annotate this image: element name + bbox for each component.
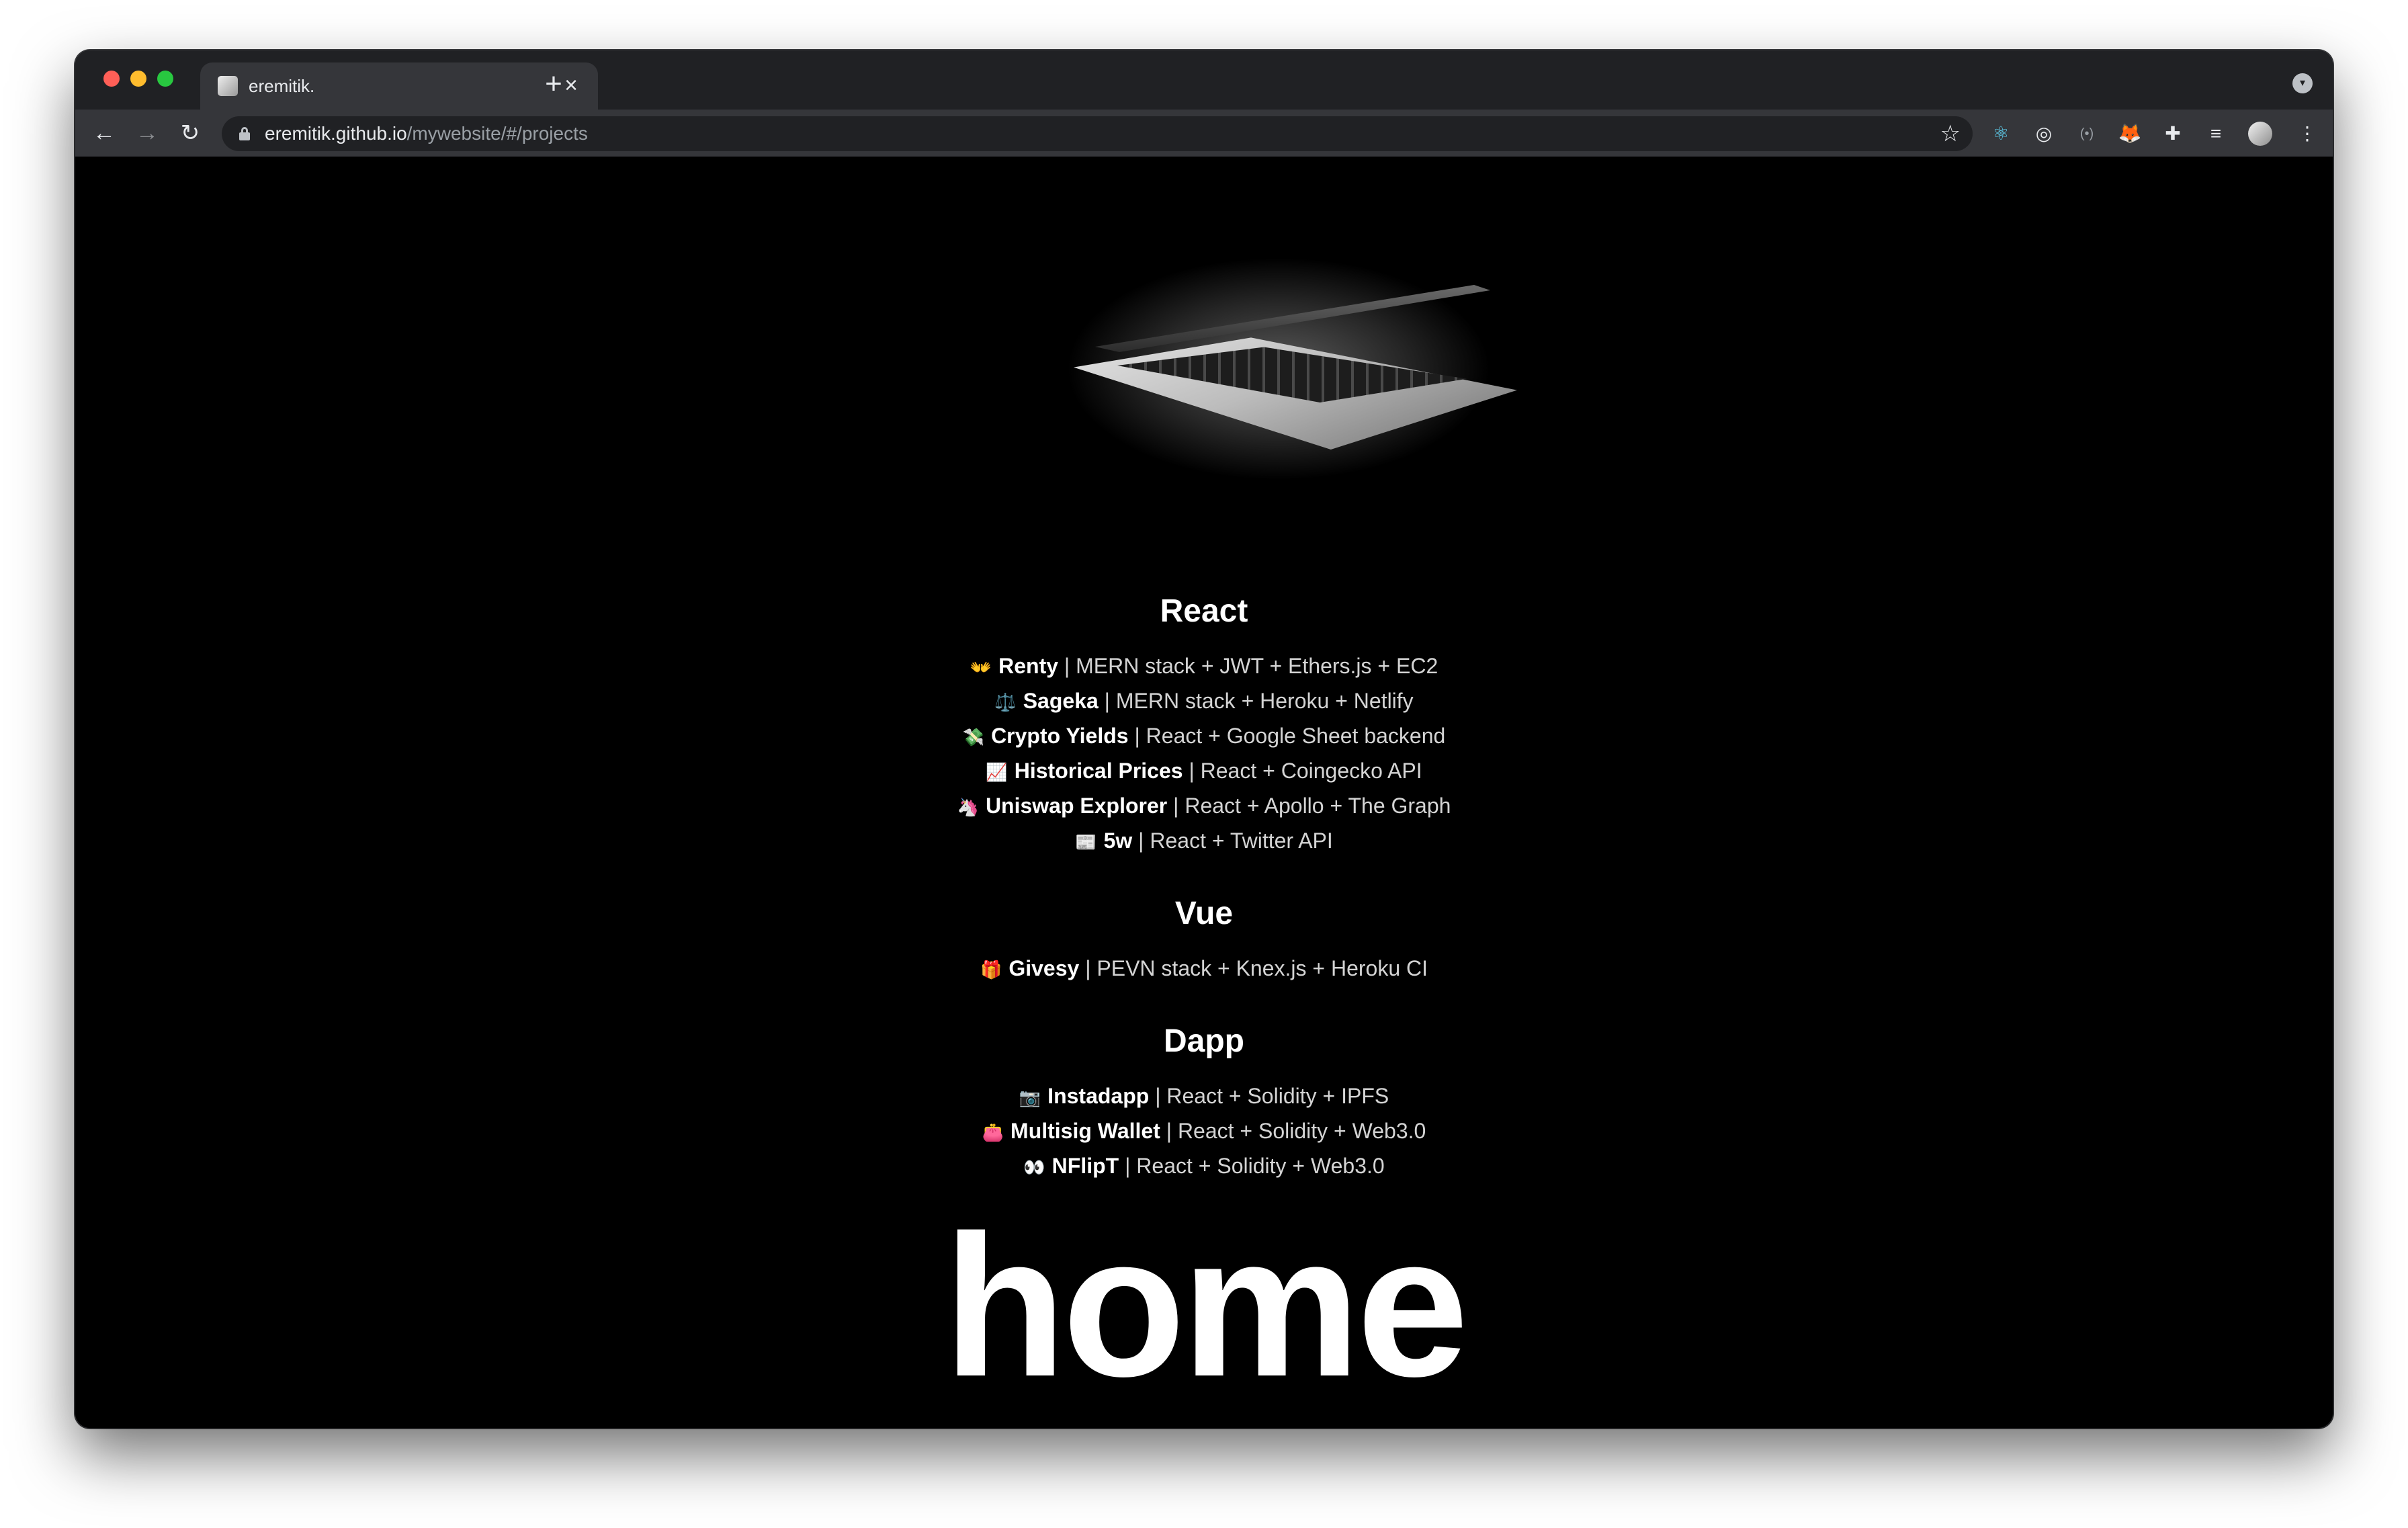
- money-wings-icon: 💸: [962, 727, 985, 747]
- project-name: Multisig Wallet: [1010, 1119, 1160, 1143]
- page-content: React 👐 Renty | MERN stack + JWT + Ethers…: [75, 157, 2333, 1428]
- project-item-renty[interactable]: 👐 Renty | MERN stack + JWT + Ethers.js + …: [75, 648, 2333, 683]
- home-link[interactable]: home: [75, 1205, 2333, 1406]
- section-title-vue: Vue: [1174, 896, 1234, 931]
- laptop-hero-image: [980, 235, 1578, 570]
- tab-title: eremitik.: [249, 76, 315, 96]
- vue-project-list: 🎁 Givesy | PEVN stack + Knex.js + Heroku …: [75, 951, 2333, 986]
- back-arrow-icon[interactable]: ←: [89, 118, 120, 148]
- react-project-list: 👐 Renty | MERN stack + JWT + Ethers.js + …: [75, 648, 2333, 858]
- project-stack: | React + Solidity + Web3.0: [1119, 1154, 1385, 1178]
- minimize-window-button[interactable]: [130, 71, 146, 87]
- project-name: Uniswap Explorer: [985, 794, 1168, 818]
- lock-icon[interactable]: [239, 127, 250, 140]
- bookmark-star-icon[interactable]: ☆: [1940, 120, 1961, 147]
- gift-icon: 🎁: [980, 960, 1002, 980]
- close-window-button[interactable]: [103, 71, 120, 87]
- metamask-fox-icon[interactable]: 🦊: [2115, 119, 2145, 148]
- section-title-react: React: [1160, 593, 1248, 629]
- project-stack: | React + Apollo + The Graph: [1167, 794, 1451, 818]
- project-name: NFlipT: [1051, 1154, 1119, 1178]
- target-extension-icon[interactable]: ◎: [2029, 119, 2059, 148]
- newspaper-icon: 📰: [1075, 832, 1097, 852]
- project-item-nflipt[interactable]: 👀 NFlipT | React + Solidity + Web3.0: [75, 1148, 2333, 1183]
- extensions-puzzle-icon[interactable]: ✚: [2158, 119, 2188, 148]
- project-stack: | MERN stack + JWT + Ethers.js + EC2: [1058, 654, 1438, 678]
- project-stack: | MERN stack + Heroku + Netlify: [1098, 689, 1414, 713]
- react-devtools-icon[interactable]: ⚛: [1986, 119, 2016, 148]
- bracket-extension-icon[interactable]: (•): [2072, 119, 2102, 148]
- project-stack: | React + Coingecko API: [1182, 759, 1422, 783]
- project-name: Givesy: [1008, 956, 1080, 980]
- chart-up-icon: 📈: [986, 762, 1008, 782]
- project-item-multisig-wallet[interactable]: 👛 Multisig Wallet | React + Solidity + We…: [75, 1113, 2333, 1148]
- browser-toolbar: ← → ↻ eremitik.github.io/mywebsite/#/pro…: [75, 110, 2333, 157]
- project-stack: | React + Google Sheet backend: [1128, 724, 1446, 748]
- project-name: Instadapp: [1047, 1084, 1150, 1108]
- maximize-window-button[interactable]: [157, 71, 173, 87]
- tab-bar: eremitik. × + ▾: [75, 50, 2333, 110]
- more-menu-icon[interactable]: ⋮: [2292, 119, 2322, 148]
- project-item-givesy[interactable]: 🎁 Givesy | PEVN stack + Knex.js + Heroku …: [75, 951, 2333, 986]
- scales-icon: ⚖️: [994, 692, 1017, 712]
- project-stack: | React + Twitter API: [1132, 829, 1333, 853]
- camera-icon: 📷: [1019, 1087, 1041, 1107]
- address-bar[interactable]: eremitik.github.io/mywebsite/#/projects …: [222, 116, 1973, 151]
- eyes-icon: 👀: [1023, 1157, 1045, 1177]
- favicon-icon: [218, 76, 238, 96]
- url-text[interactable]: eremitik.github.io/mywebsite/#/projects: [265, 123, 588, 144]
- url-host: eremitik.github.io: [265, 123, 407, 144]
- dapp-project-list: 📷 Instadapp | React + Solidity + IPFS 👛 Mu…: [75, 1078, 2333, 1183]
- forward-arrow-icon[interactable]: →: [132, 118, 163, 148]
- project-stack: | React + Solidity + IPFS: [1149, 1084, 1389, 1108]
- hands-icon: 👐: [970, 657, 992, 677]
- project-item-uniswap-explorer[interactable]: 🦄 Uniswap Explorer | React + Apollo + The…: [75, 788, 2333, 823]
- laptop-lid: [1095, 285, 1490, 352]
- project-item-5w[interactable]: 📰 5w | React + Twitter API: [75, 823, 2333, 858]
- project-item-instadapp[interactable]: 📷 Instadapp | React + Solidity + IPFS: [75, 1078, 2333, 1113]
- project-name: 5w: [1103, 829, 1133, 853]
- project-name: Renty: [998, 654, 1059, 678]
- project-item-sageka[interactable]: ⚖️ Sageka | MERN stack + Heroku + Netlify: [75, 683, 2333, 718]
- project-stack: | PEVN stack + Knex.js + Heroku CI: [1079, 956, 1428, 980]
- project-item-historical-prices[interactable]: 📈 Historical Prices | React + Coingecko A…: [75, 753, 2333, 788]
- project-name: Crypto Yields: [991, 724, 1129, 748]
- section-title-dapp: Dapp: [1164, 1023, 1244, 1059]
- profile-avatar[interactable]: [2248, 122, 2272, 146]
- tab-search-icon[interactable]: ▾: [2292, 73, 2313, 93]
- project-stack: | React + Solidity + Web3.0: [1160, 1119, 1426, 1143]
- project-item-crypto-yields[interactable]: 💸 Crypto Yields | React + Google Sheet ba…: [75, 718, 2333, 753]
- url-path: /mywebsite/#/projects: [406, 123, 588, 144]
- reading-list-icon[interactable]: ≡: [2201, 119, 2231, 148]
- project-name: Historical Prices: [1014, 759, 1183, 783]
- new-tab-button[interactable]: +: [539, 69, 568, 99]
- purse-icon: 👛: [982, 1122, 1004, 1142]
- browser-window: eremitik. × + ▾ ← → ↻ eremitik.github.io…: [75, 50, 2333, 1428]
- unicorn-icon: 🦄: [957, 797, 979, 817]
- project-name: Sageka: [1023, 689, 1099, 713]
- reload-icon[interactable]: ↻: [175, 118, 206, 148]
